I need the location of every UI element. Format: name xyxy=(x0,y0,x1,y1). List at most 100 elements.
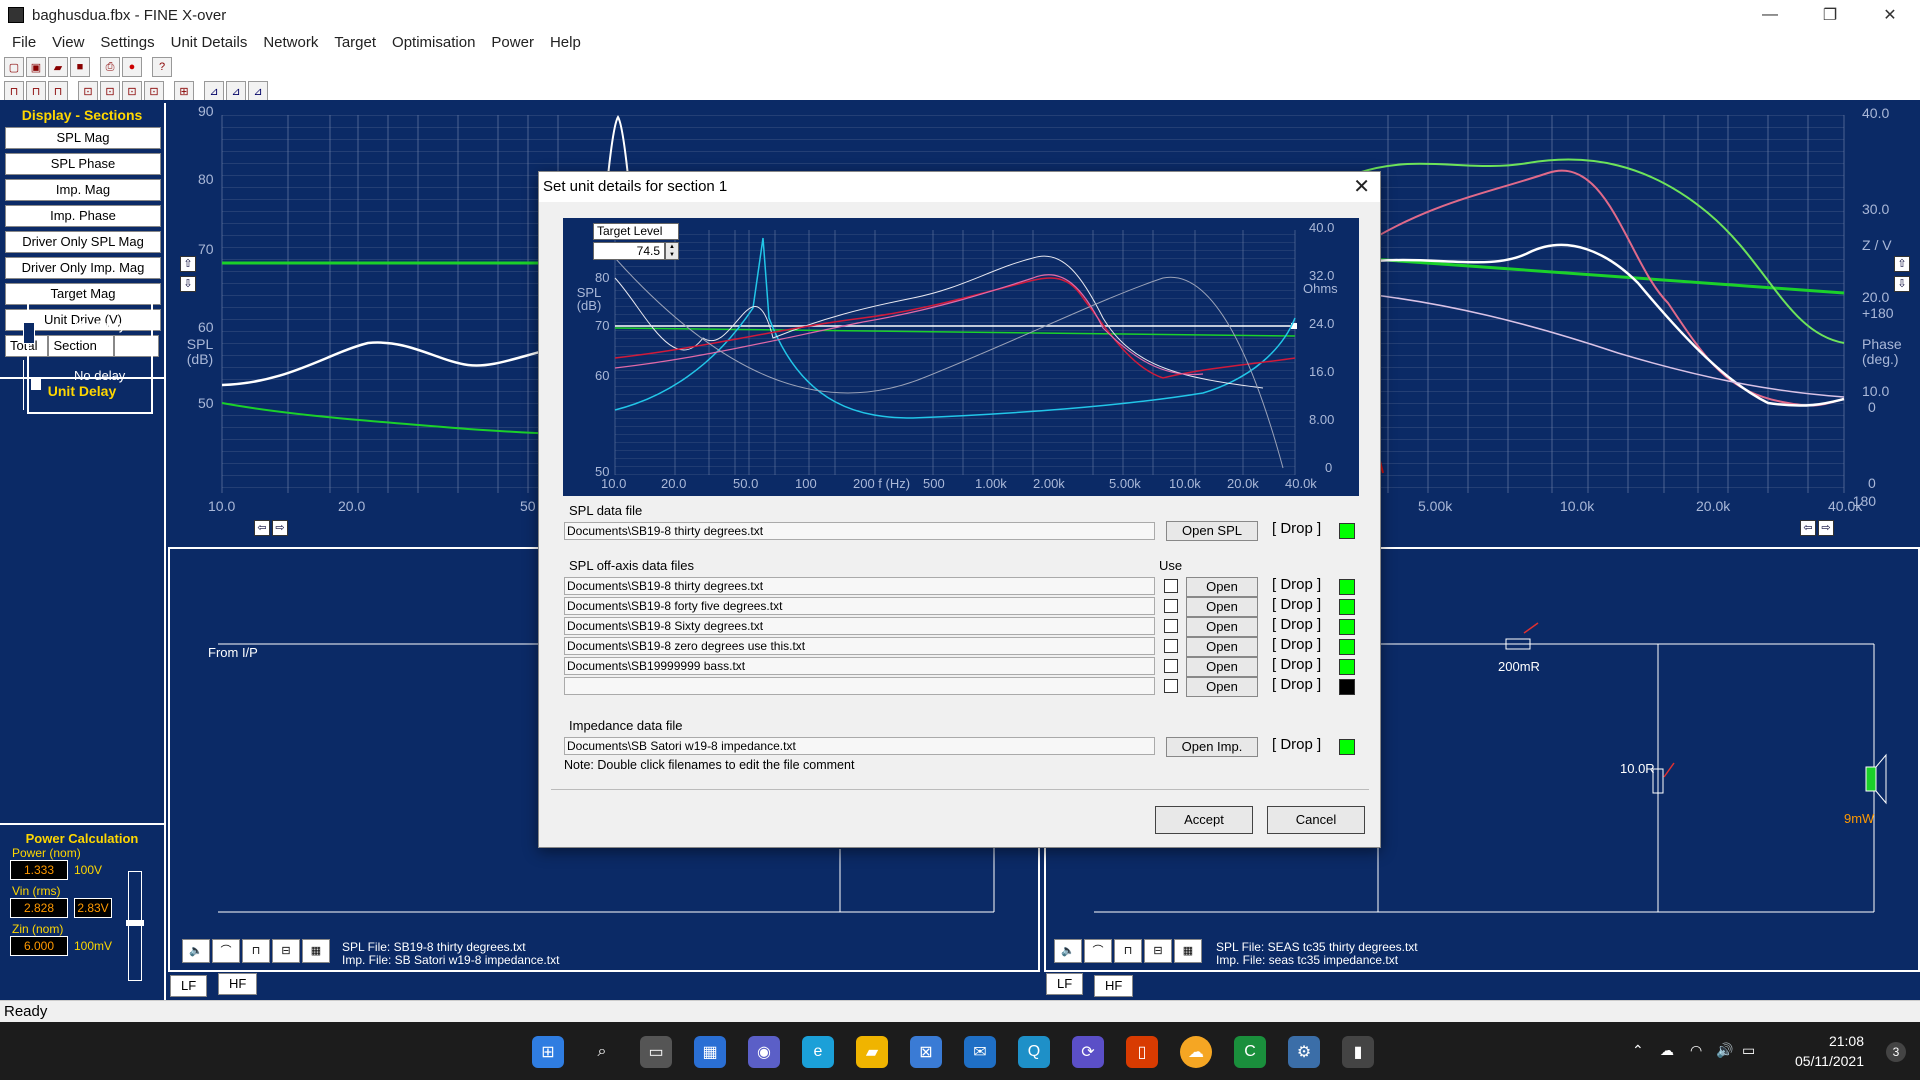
tool-6-icon[interactable]: ⊡ xyxy=(122,81,142,101)
spl-data-file-field[interactable]: Documents\SB19-8 thirty degrees.txt xyxy=(564,522,1155,540)
open-button-6[interactable]: Open xyxy=(1186,677,1258,697)
drop-button-2[interactable]: [ Drop ] xyxy=(1272,596,1321,613)
drop-button-4[interactable]: [ Drop ] xyxy=(1272,636,1321,653)
power-slider-thumb[interactable] xyxy=(126,920,144,926)
restore-button[interactable]: ❐ xyxy=(1800,0,1860,30)
use-checkbox-4[interactable] xyxy=(1164,639,1178,653)
tool-grid-icon[interactable]: ▦ xyxy=(302,939,330,963)
tool-grid-icon[interactable]: ▦ xyxy=(1174,939,1202,963)
menu-network[interactable]: Network xyxy=(255,34,326,51)
notification-badge[interactable]: 3 xyxy=(1886,1042,1906,1062)
menu-target[interactable]: Target xyxy=(326,34,384,51)
menu-file[interactable]: File xyxy=(4,34,44,51)
speaker-icon[interactable]: 🔈 xyxy=(182,939,210,963)
tool-3-icon[interactable]: ⊓ xyxy=(48,81,68,101)
off-axis-file-3[interactable]: Documents\SB19-8 Sixty degrees.txt xyxy=(564,617,1155,635)
office-icon[interactable]: ▯ xyxy=(1126,1036,1158,1068)
use-checkbox-2[interactable] xyxy=(1164,599,1178,613)
off-axis-file-5[interactable]: Documents\SB19999999 bass.txt xyxy=(564,657,1155,675)
help-icon[interactable]: ? xyxy=(152,57,172,77)
menu-optimisation[interactable]: Optimisation xyxy=(384,34,483,51)
target-level-input[interactable]: 74.5 xyxy=(593,242,665,260)
color-swatch-1[interactable] xyxy=(1339,579,1355,595)
color-swatch-6[interactable] xyxy=(1339,679,1355,695)
off-axis-file-2[interactable]: Documents\SB19-8 forty five degrees.txt xyxy=(564,597,1155,615)
use-checkbox-5[interactable] xyxy=(1164,659,1178,673)
tool-5-icon[interactable]: ⊡ xyxy=(100,81,120,101)
driver-only-imp-mag-button[interactable]: Driver Only Imp. Mag xyxy=(5,257,161,279)
tool-curve-icon[interactable]: ⌒ xyxy=(1084,939,1112,963)
chat-icon[interactable]: ◉ xyxy=(748,1036,780,1068)
drop-button-6[interactable]: [ Drop ] xyxy=(1272,676,1321,693)
pan-right-icon[interactable]: ⇨ xyxy=(272,520,288,536)
new-copy-icon[interactable]: ▣ xyxy=(26,57,46,77)
scale-down-left-icon[interactable]: ⇩ xyxy=(180,276,196,292)
tool-8-icon[interactable]: ⊞ xyxy=(174,81,194,101)
dialog-close-icon[interactable]: ✕ xyxy=(1353,174,1370,199)
spl-color-swatch[interactable] xyxy=(1339,523,1355,539)
off-axis-file-1[interactable]: Documents\SB19-8 thirty degrees.txt xyxy=(564,577,1155,595)
cancel-button[interactable]: Cancel xyxy=(1267,806,1365,834)
spl-mag-button[interactable]: SPL Mag xyxy=(5,127,161,149)
tab-lf-right[interactable]: LF xyxy=(1046,973,1084,995)
scale-up-left-icon[interactable]: ⇧ xyxy=(180,256,196,272)
clock[interactable]: 21:08 05/11/2021 xyxy=(1795,1031,1864,1071)
color-swatch-3[interactable] xyxy=(1339,619,1355,635)
open-button-3[interactable]: Open xyxy=(1186,617,1258,637)
off-axis-file-4[interactable]: Documents\SB19-8 zero degrees use this.t… xyxy=(564,637,1155,655)
tool-filter-icon[interactable]: ⊟ xyxy=(272,939,300,963)
pan-left-icon[interactable]: ⇦ xyxy=(254,520,270,536)
speaker-icon[interactable]: 🔈 xyxy=(1054,939,1082,963)
impedance-file-field[interactable]: Documents\SB Satori w19-8 impedance.txt xyxy=(564,737,1155,755)
scale-up-right-icon[interactable]: ⇧ xyxy=(1894,256,1910,272)
spl-phase-button[interactable]: SPL Phase xyxy=(5,153,161,175)
pan-right-right-icon[interactable]: ⇨ xyxy=(1818,520,1834,536)
menu-unit-details[interactable]: Unit Details xyxy=(163,34,256,51)
use-checkbox-6[interactable] xyxy=(1164,679,1178,693)
imp-phase-button[interactable]: Imp. Phase xyxy=(5,205,161,227)
power-slider[interactable] xyxy=(126,871,144,981)
open-button-2[interactable]: Open xyxy=(1186,597,1258,617)
wifi-icon[interactable]: ◠ xyxy=(1690,1042,1702,1059)
battery-icon[interactable]: ▭ xyxy=(1742,1042,1755,1059)
impedance-color-swatch[interactable] xyxy=(1339,739,1355,755)
color-swatch-2[interactable] xyxy=(1339,599,1355,615)
impedance-drop-button[interactable]: [ Drop ] xyxy=(1272,736,1321,753)
accept-button[interactable]: Accept xyxy=(1155,806,1253,834)
color-swatch-5[interactable] xyxy=(1339,659,1355,675)
widgets-icon[interactable]: ▦ xyxy=(694,1036,726,1068)
spl-drop-button[interactable]: [ Drop ] xyxy=(1272,520,1321,537)
open-button-1[interactable]: Open xyxy=(1186,577,1258,597)
save-icon[interactable]: ■ xyxy=(70,57,90,77)
tool-9-icon[interactable]: ⊿ xyxy=(204,81,224,101)
tab-hf-right[interactable]: HF xyxy=(1094,975,1134,997)
tool-curve-icon[interactable]: ⌒ xyxy=(212,939,240,963)
search-icon[interactable]: ⌕ xyxy=(586,1036,618,1068)
delay-handle-1[interactable] xyxy=(23,322,35,344)
tab-lf-left[interactable]: LF xyxy=(170,975,208,997)
tool-box-icon[interactable]: ⊓ xyxy=(1114,939,1142,963)
use-checkbox-1[interactable] xyxy=(1164,579,1178,593)
menu-view[interactable]: View xyxy=(44,34,92,51)
edge-icon[interactable]: e xyxy=(802,1036,834,1068)
tool-11-icon[interactable]: ⊿ xyxy=(248,81,268,101)
tool-10-icon[interactable]: ⊿ xyxy=(226,81,246,101)
minimize-button[interactable]: — xyxy=(1740,0,1800,30)
chevron-up-icon[interactable]: ⌃ xyxy=(1632,1042,1644,1059)
tool-box-icon[interactable]: ⊓ xyxy=(242,939,270,963)
driver-only-spl-mag-button[interactable]: Driver Only SPL Mag xyxy=(5,231,161,253)
use-checkbox-3[interactable] xyxy=(1164,619,1178,633)
pan-left-right-icon[interactable]: ⇦ xyxy=(1800,520,1816,536)
tool-2-icon[interactable]: ⊓ xyxy=(26,81,46,101)
open-folder-icon[interactable]: ▰ xyxy=(48,57,68,77)
app-q-icon[interactable]: Q xyxy=(1018,1036,1050,1068)
menu-help[interactable]: Help xyxy=(542,34,589,51)
task-view-icon[interactable]: ▭ xyxy=(640,1036,672,1068)
tab-hf-left[interactable]: HF xyxy=(218,973,258,995)
drop-button-1[interactable]: [ Drop ] xyxy=(1272,576,1321,593)
scale-down-right-icon[interactable]: ⇩ xyxy=(1894,276,1910,292)
new-file-icon[interactable]: ▢ xyxy=(4,57,24,77)
close-button[interactable]: ✕ xyxy=(1860,0,1920,30)
start-icon[interactable]: ⊞ xyxy=(532,1036,564,1068)
open-spl-button[interactable]: Open SPL xyxy=(1166,521,1258,541)
